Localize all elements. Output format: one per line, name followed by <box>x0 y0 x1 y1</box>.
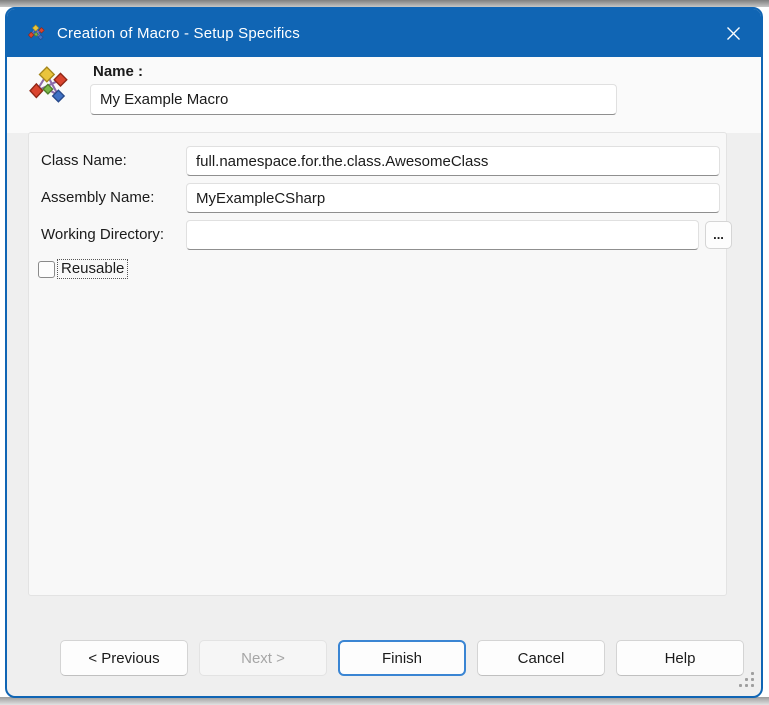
assembly-name-label: Assembly Name: <box>41 189 155 206</box>
browse-button[interactable]: ... <box>705 221 732 249</box>
window-bottom-shadow <box>0 697 769 705</box>
working-directory-label: Working Directory: <box>41 226 165 243</box>
reusable-checkbox-row[interactable]: Reusable <box>38 259 129 279</box>
finish-button[interactable]: Finish <box>338 640 466 676</box>
class-name-label: Class Name: <box>41 152 127 169</box>
assembly-name-input[interactable] <box>186 183 720 213</box>
dialog-title: Creation of Macro - Setup Specifics <box>57 24 300 42</box>
reusable-checkbox[interactable] <box>38 260 55 278</box>
class-name-input[interactable] <box>186 146 720 176</box>
name-label: Name : <box>93 63 144 80</box>
previous-button[interactable]: < Previous <box>60 640 188 676</box>
name-input[interactable] <box>90 84 617 115</box>
macro-molecule-icon-large <box>29 65 71 107</box>
creation-of-macro-dialog: Creation of Macro - Setup Specifics Name… <box>5 7 763 698</box>
resize-grip-icon[interactable] <box>738 671 754 687</box>
name-section: Name : <box>7 57 761 133</box>
window-top-shadow <box>0 0 769 7</box>
close-button[interactable] <box>711 15 755 51</box>
title-bar[interactable]: Creation of Macro - Setup Specifics <box>7 9 761 57</box>
setup-specifics-panel: Class Name: Assembly Name: Working Direc… <box>28 132 732 596</box>
next-button[interactable]: Next > <box>199 640 327 676</box>
close-icon <box>726 26 741 41</box>
working-directory-input[interactable] <box>186 220 699 250</box>
macro-molecule-icon <box>28 24 46 42</box>
cancel-button[interactable]: Cancel <box>477 640 605 676</box>
reusable-label[interactable]: Reusable <box>56 259 129 279</box>
help-button[interactable]: Help <box>616 640 744 676</box>
